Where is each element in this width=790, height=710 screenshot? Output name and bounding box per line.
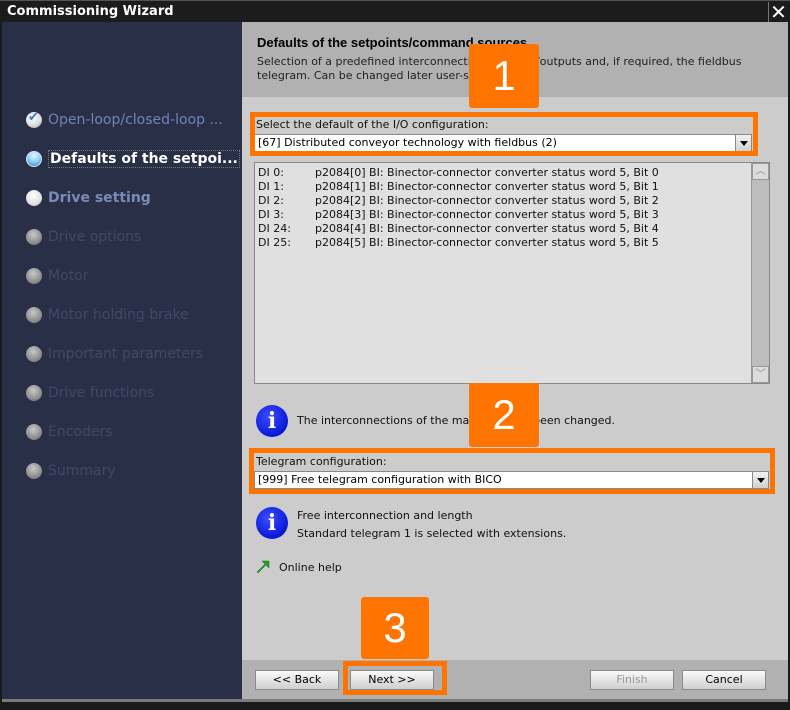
digital-input-label: DI 3: [258,208,284,221]
step-drive-functions: Drive functions [26,383,154,403]
list-scrollbar[interactable]: ︿ ﹀ [751,163,769,383]
interconnection-list[interactable]: DI 0: p2084[0] BI: Binector-connector con… [254,162,770,384]
telegram-info-line2: Standard telegram 1 is selected with ext… [297,527,567,540]
interconnection-row[interactable]: DI 3: p2084[3] BI: Binector-connector con… [258,208,659,222]
interconnection-row[interactable]: DI 2: p2084[2] BI: Binector-connector con… [258,194,659,208]
scroll-up-icon[interactable]: ︿ [752,163,769,180]
step-encoders: Encoders [26,422,113,442]
step-active-icon [26,151,42,167]
wizard-steps-sidebar: Open-loop/closed-loop ... Defaults of th… [2,22,242,699]
cancel-button[interactable]: Cancel [682,670,766,690]
step-disabled-icon [26,346,42,362]
interconnection-row[interactable]: DI 25: p2084[5] BI: Binector-connector co… [258,236,659,250]
interconnection-row[interactable]: DI 1: p2084[1] BI: Binector-connector con… [258,180,659,194]
finish-button: Finish [590,670,674,690]
annotation-badge-3: 3 [361,597,429,659]
window-title: Commissioning Wizard [7,4,174,19]
digital-input-label: DI 0: [258,166,284,179]
step-motor: Motor [26,266,88,286]
parameter-text: p2084[2] BI: Binector-connector converte… [315,194,659,207]
step-label: Important parameters [48,346,204,362]
online-help-link[interactable]: Online help [279,561,342,574]
interconnection-row[interactable]: DI 0: p2084[0] BI: Binector-connector con… [258,166,659,180]
step-label: Encoders [48,424,113,440]
step-summary: Summary [26,461,116,481]
step-disabled-icon [26,424,42,440]
step-drive-setting[interactable]: Drive setting [26,188,151,208]
interconnection-row[interactable]: DI 24: p2084[4] BI: Binector-connector co… [258,222,659,236]
highlight-next-button [343,661,447,695]
step-label: Open-loop/closed-loop ... [48,112,223,128]
online-help-arrow-icon[interactable] [256,560,270,574]
step-label: Motor holding brake [48,307,189,323]
digital-input-label: DI 25: [258,236,291,249]
step-label: Drive options [48,229,142,245]
digital-input-label: DI 2: [258,194,284,207]
parameter-text: p2084[4] BI: Binector-connector converte… [315,222,659,235]
info-icon: i [256,507,288,539]
step-important-parameters: Important parameters [26,344,203,364]
digital-input-label: DI 1: [258,180,284,193]
step-done-check-icon [26,110,42,128]
step-label: Motor [48,268,89,284]
step-disabled-icon [26,268,42,284]
step-disabled-icon [26,229,42,245]
parameter-text: p2084[3] BI: Binector-connector converte… [315,208,659,221]
step-disabled-icon [26,307,42,323]
step-disabled-icon [26,385,42,401]
parameter-text: p2084[0] BI: Binector-connector converte… [315,166,659,179]
annotation-badge-2: 2 [469,383,539,447]
interconnection-rows: DI 0: p2084[0] BI: Binector-connector con… [258,166,659,250]
step-open-loop[interactable]: Open-loop/closed-loop ... [26,110,223,130]
step-pending-icon [26,190,42,206]
step-motor-holding-brake: Motor holding brake [26,305,189,325]
window-bottom-border [2,699,788,702]
step-label: Drive functions [48,385,155,401]
highlight-io-config [250,112,758,156]
back-button[interactable]: << Back [255,670,339,690]
title-bar: Commissioning Wizard ✕ [0,0,790,22]
step-label: Defaults of the setpoi... [48,150,240,168]
info-icon: i [256,405,288,437]
scroll-down-icon[interactable]: ﹀ [752,366,769,383]
telegram-info-line1: Free interconnection and length [297,509,473,522]
highlight-telegram [249,448,775,494]
step-defaults-setpoints[interactable]: Defaults of the setpoi... [26,149,240,169]
step-label: Summary [48,463,116,479]
close-icon[interactable]: ✕ [768,2,788,22]
wizard-footer: << Back Next >> Finish Cancel [242,660,788,699]
step-disabled-icon [26,463,42,479]
parameter-text: p2084[5] BI: Binector-connector converte… [315,236,659,249]
step-label: Drive setting [48,190,151,206]
info-message: The interconnections of the machine have… [297,414,616,427]
digital-input-label: DI 24: [258,222,291,235]
step-drive-options: Drive options [26,227,141,247]
parameter-text: p2084[1] BI: Binector-connector converte… [315,180,659,193]
annotation-badge-1: 1 [469,44,539,108]
